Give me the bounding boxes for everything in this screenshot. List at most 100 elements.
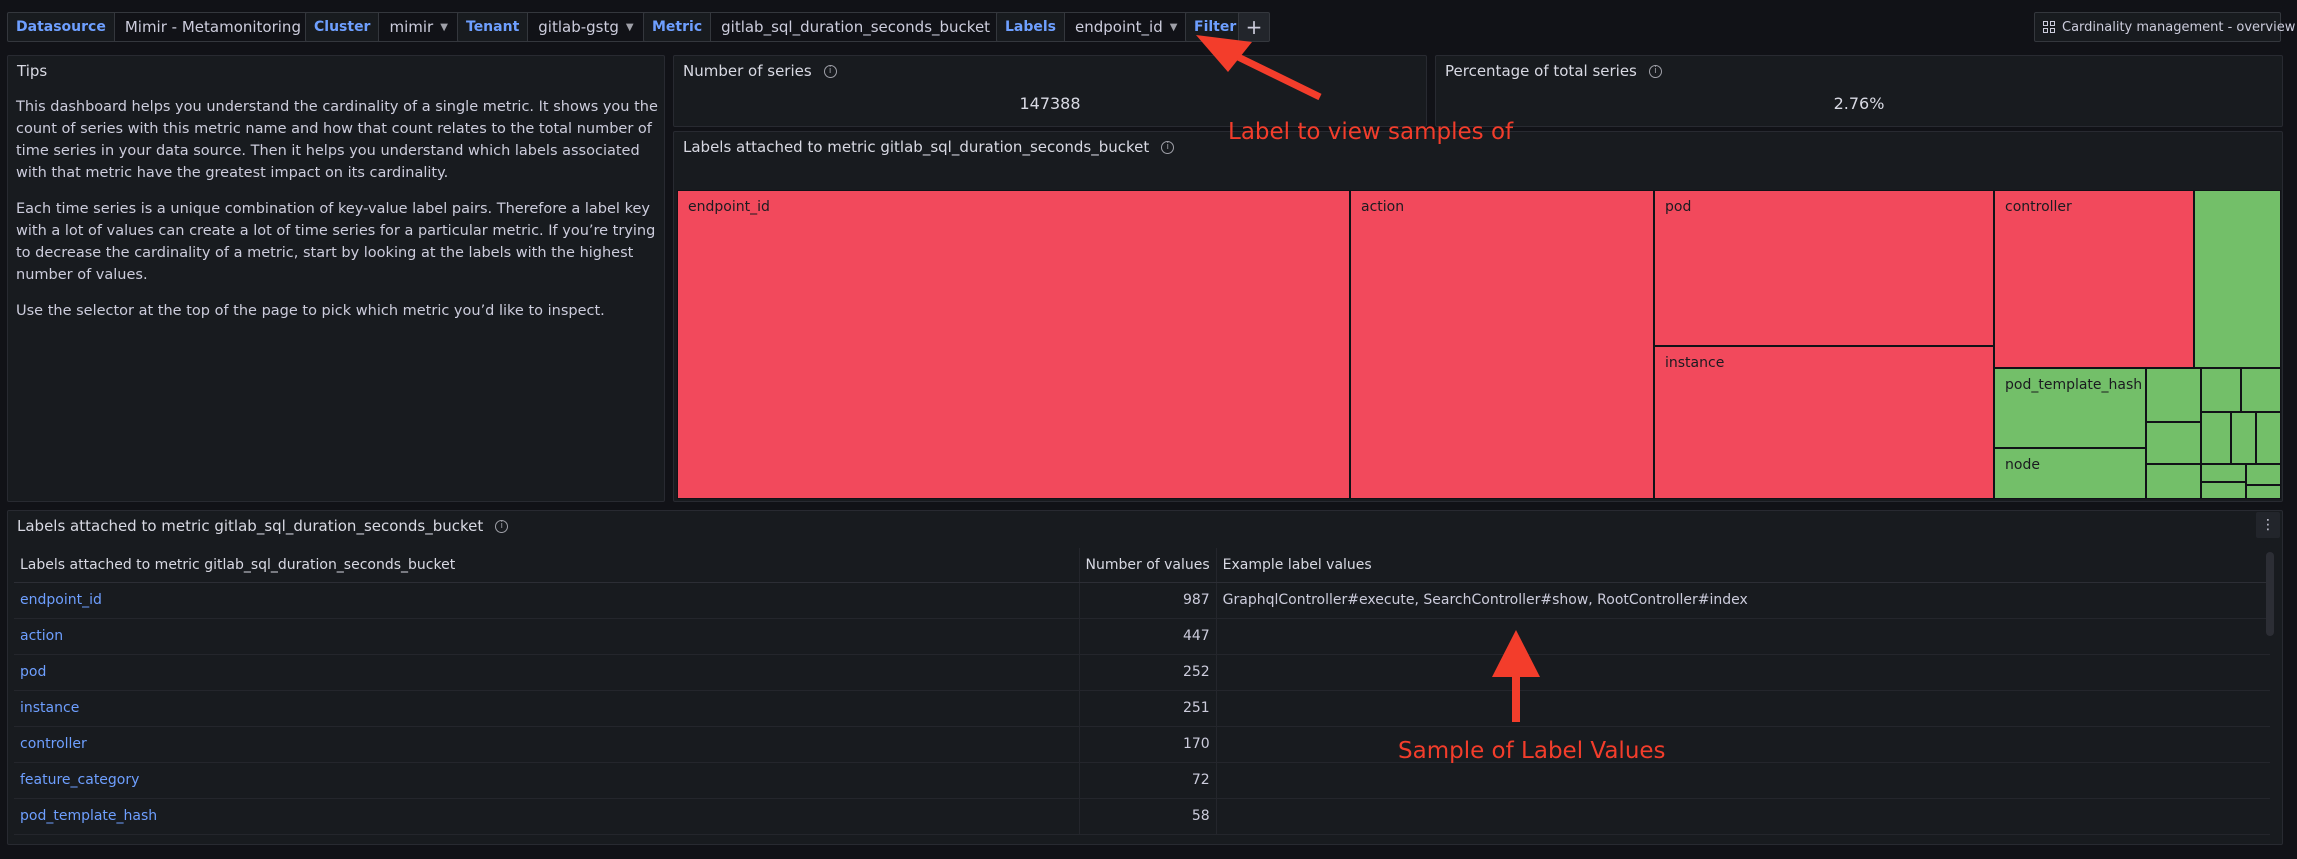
label-link[interactable]: action [14, 618, 1079, 655]
table-row: controller 170 [14, 726, 2270, 763]
table-row: instance 251 [14, 690, 2270, 727]
column-header-count[interactable]: Number of values [1078, 548, 1217, 583]
value-count: 987 [1078, 582, 1217, 619]
cluster-variable: Cluster mimir ▼ [305, 12, 459, 42]
percentage-value: 2.76% [1833, 94, 1885, 113]
example-values [1216, 654, 2270, 691]
values-hint-annotation: Sample of Label Values [1398, 738, 1666, 764]
cluster-value: mimir [389, 18, 434, 36]
value-count: 72 [1078, 762, 1217, 799]
info-icon[interactable]: i [1648, 64, 1662, 78]
table-scrollbar[interactable] [2266, 552, 2274, 636]
value-count: 252 [1078, 654, 1217, 691]
panel-menu-button[interactable]: ⋮ [2256, 512, 2280, 538]
tips-title: Tips [17, 62, 48, 80]
example-values [1216, 618, 2270, 655]
table-row: pod_template_hash 58 [14, 798, 2270, 835]
tips-paragraph: Use the selector at the top of the page … [16, 303, 605, 319]
chevron-down-icon: ▼ [625, 21, 634, 33]
table-row: feature_category 72 [14, 762, 2270, 799]
chevron-down-icon: ▼ [440, 21, 448, 33]
tenant-value: gitlab-gstg [538, 18, 619, 36]
treemap-cell[interactable] [2201, 368, 2241, 412]
tips-paragraph: Each time series is a unique combination… [16, 201, 656, 283]
treemap-cell[interactable] [2146, 464, 2201, 499]
info-icon[interactable]: i [1161, 140, 1175, 154]
treemap-cell[interactable] [2146, 422, 2201, 464]
label-link[interactable]: pod [14, 654, 1079, 691]
panel-title: Number of series i [683, 62, 837, 80]
column-header-label[interactable]: Labels attached to metric gitlab_sql_dur… [14, 548, 1079, 583]
example-values [1216, 762, 2270, 799]
example-values [1216, 798, 2270, 835]
tips-body: This dashboard helps you understand the … [16, 96, 659, 336]
series-title: Number of series [683, 62, 812, 80]
panel-title: Labels attached to metric gitlab_sql_dur… [17, 517, 509, 535]
treemap-cell[interactable] [2201, 482, 2246, 499]
treemap-cell-label: pod_template_hash [2005, 377, 2143, 393]
info-icon[interactable]: i [823, 64, 837, 78]
cluster-select[interactable]: mimir ▼ [379, 12, 459, 42]
metric-select[interactable]: gitlab_sql_duration_seconds_bucket▼ [711, 12, 1016, 42]
labels-select[interactable]: endpoint_id ▼ [1065, 12, 1189, 42]
labels-variable: Labels endpoint_id ▼ [996, 12, 1189, 42]
tips-paragraph: This dashboard helps you understand the … [16, 99, 658, 181]
filter-label[interactable]: Filter [1185, 12, 1246, 42]
table-panel-title: Labels attached to metric gitlab_sql_dur… [17, 517, 484, 535]
cardinality-overview-link[interactable]: Cardinality management - overview [2034, 12, 2295, 42]
label-link[interactable]: pod_template_hash [14, 798, 1079, 835]
treemap-title: Labels attached to metric gitlab_sql_dur… [683, 138, 1150, 156]
label-link[interactable]: endpoint_id [14, 582, 1079, 619]
treemap-cell[interactable] [2241, 368, 2281, 412]
treemap-cell-instance[interactable]: instance [1654, 346, 1994, 499]
filter-variable: Filter [1185, 12, 1246, 42]
label-link[interactable]: feature_category [14, 762, 1079, 799]
table-header-row: Labels attached to metric gitlab_sql_dur… [14, 548, 2270, 583]
treemap-cell[interactable] [2246, 464, 2281, 485]
tenant-select[interactable]: gitlab-gstg ▼ [528, 12, 645, 42]
treemap-cell-controller[interactable]: controller [1994, 190, 2194, 368]
example-values [1216, 726, 2270, 763]
number-of-series-panel: Number of series i 147388 [673, 55, 1427, 127]
treemap-cell[interactable] [2256, 412, 2281, 464]
column-header-examples[interactable]: Example label values [1216, 548, 2270, 583]
percentage-title: Percentage of total series [1445, 62, 1637, 80]
treemap-cell-action[interactable]: action [1350, 190, 1654, 499]
label-link[interactable]: instance [14, 690, 1079, 727]
labels-table: Labels attached to metric gitlab_sql_dur… [14, 548, 2270, 835]
variables-bar: Datasource Mimir - Metamonitoring▼ Clust… [0, 0, 2297, 54]
treemap-cell[interactable] [2201, 464, 2246, 482]
treemap-cell[interactable] [2201, 412, 2231, 464]
treemap-cell[interactable] [2231, 412, 2256, 464]
datasource-select[interactable]: Mimir - Metamonitoring▼ [114, 12, 327, 42]
cluster-label: Cluster [305, 12, 380, 42]
treemap-cell[interactable] [2246, 485, 2281, 499]
labels-label: Labels [996, 12, 1066, 42]
treemap-cell-label: endpoint_id [688, 199, 770, 215]
treemap-cell-endpoint-id[interactable]: endpoint_id [677, 190, 1350, 499]
treemap-panel: Labels attached to metric gitlab_sql_dur… [673, 131, 2283, 502]
panel-title: Labels attached to metric gitlab_sql_dur… [683, 138, 1175, 156]
treemap-cell-label: node [2005, 457, 2040, 473]
treemap-cell-pod[interactable]: pod [1654, 190, 1994, 346]
tips-panel: Tips This dashboard helps you understand… [7, 55, 665, 502]
table-row: pod 252 [14, 654, 2270, 691]
dashboard-grid-icon [2043, 21, 2055, 33]
treemap-cell[interactable] [2146, 368, 2201, 422]
treemap-cell-label: controller [2005, 199, 2072, 215]
add-filter-button[interactable]: + [1238, 12, 1270, 42]
datasource-variable: Datasource Mimir - Metamonitoring▼ [7, 12, 327, 42]
treemap-cell-pod-template-hash[interactable]: pod_template_hash [1994, 368, 2146, 448]
tenant-variable: Tenant gitlab-gstg ▼ [457, 12, 645, 42]
info-icon[interactable]: i [495, 519, 509, 533]
label-link[interactable]: controller [14, 726, 1079, 763]
treemap-cell-label: pod [1665, 199, 1692, 215]
treemap-cell-label: action [1361, 199, 1405, 215]
treemap-cell-node[interactable]: node [1994, 448, 2146, 499]
chevron-down-icon: ▼ [1169, 21, 1178, 33]
metric-label: Metric [643, 12, 712, 42]
treemap-cell[interactable] [2194, 190, 2281, 368]
value-count: 58 [1078, 798, 1217, 835]
datasource-label: Datasource [7, 12, 115, 42]
series-value: 147388 [1019, 94, 1081, 113]
